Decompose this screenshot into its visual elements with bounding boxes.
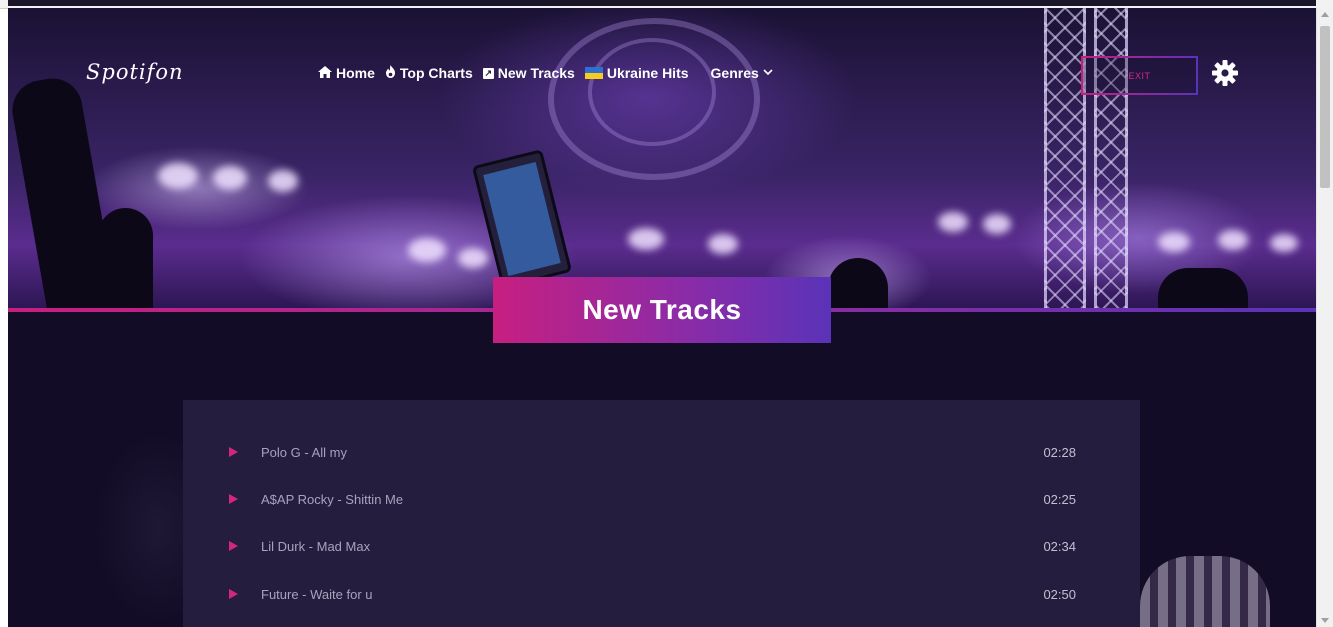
- scroll-up-arrow-icon[interactable]: [1321, 12, 1329, 17]
- scroll-down-arrow-icon[interactable]: [1321, 618, 1329, 623]
- stage-light: [708, 234, 738, 254]
- raised-hand-silhouette: [828, 258, 888, 312]
- track-duration: 02:50: [1043, 586, 1076, 602]
- track-title: Future - Waite for u: [261, 586, 373, 602]
- play-icon[interactable]: [229, 447, 238, 457]
- stage-light: [938, 212, 968, 232]
- new-arrow-icon: ↗: [482, 67, 494, 79]
- nav-item-label: Ukraine Hits: [606, 65, 689, 81]
- stage-light: [1270, 234, 1298, 252]
- track-title: A$AP Rocky - Shittin Me: [261, 491, 404, 507]
- chevron-down-icon: [763, 67, 773, 79]
- nav-item-label: Home: [336, 65, 375, 81]
- list-item[interactable]: Polo G - All my 02:28: [183, 440, 1140, 464]
- main-navigation: Home Top Charts ↗ New Tracks Ukraine Hit…: [318, 65, 783, 81]
- stage-light: [268, 170, 298, 192]
- stage-light: [458, 248, 488, 268]
- track-duration: 02:28: [1043, 444, 1076, 460]
- track-duration: 02:34: [1043, 538, 1076, 554]
- play-icon[interactable]: [229, 589, 238, 599]
- gear-icon[interactable]: [1211, 59, 1239, 87]
- track-duration: 02:25: [1043, 491, 1076, 507]
- stage-truss-right: [1094, 8, 1128, 308]
- stage-light: [628, 228, 664, 250]
- nav-item-label: Genres: [710, 65, 759, 81]
- stage-ring-inner-decoration: [588, 38, 716, 146]
- stage-light: [1218, 230, 1248, 250]
- page-title: New Tracks: [493, 277, 831, 343]
- scrollbar-thumb[interactable]: [1320, 26, 1330, 188]
- ukraine-flag-icon: [584, 67, 603, 79]
- phone-silhouette: [471, 149, 573, 289]
- raised-hand-silhouette: [1158, 268, 1248, 312]
- page-viewport: Spotifon Home Top Charts ↗ New Tracks Uk…: [8, 8, 1316, 627]
- list-item[interactable]: A$AP Rocky - Shittin Me 02:25: [183, 487, 1140, 511]
- page-scrollbar[interactable]: [1316, 8, 1333, 627]
- play-icon[interactable]: [229, 541, 238, 551]
- nav-item-top-charts[interactable]: Top Charts: [385, 65, 473, 81]
- nav-item-home[interactable]: Home: [318, 65, 375, 81]
- track-title: Lil Durk - Mad Max: [261, 538, 371, 554]
- nav-item-genres[interactable]: Genres: [711, 65, 773, 81]
- stage-light: [408, 238, 446, 262]
- raised-hand-silhouette: [98, 208, 153, 312]
- track-list: Polo G - All my 02:28 A$AP Rocky - Shitt…: [183, 400, 1140, 627]
- stage-light: [213, 166, 247, 190]
- list-item[interactable]: Future - Waite for u 02:50: [183, 582, 1140, 606]
- list-item[interactable]: Lil Durk - Mad Max 02:34: [183, 534, 1140, 558]
- track-title: Polo G - All my: [261, 444, 347, 460]
- site-logo[interactable]: Spotifon: [86, 60, 184, 84]
- stage-light: [983, 214, 1011, 234]
- background-microphone: [1140, 556, 1270, 627]
- home-icon: [318, 65, 332, 81]
- nav-item-label: New Tracks: [497, 65, 575, 81]
- stage-light: [158, 163, 198, 189]
- nav-item-label: Top Charts: [399, 65, 473, 81]
- stage-truss-left: [1044, 8, 1086, 308]
- stage-light: [1158, 232, 1190, 252]
- exit-button[interactable]: EXIT: [1081, 56, 1198, 95]
- hero-concert-background: [8, 8, 1316, 312]
- play-icon[interactable]: [229, 494, 238, 504]
- nav-item-new-tracks[interactable]: ↗ New Tracks: [482, 65, 575, 81]
- fire-icon: [385, 65, 396, 81]
- nav-item-ukraine-hits[interactable]: Ukraine Hits: [584, 65, 689, 81]
